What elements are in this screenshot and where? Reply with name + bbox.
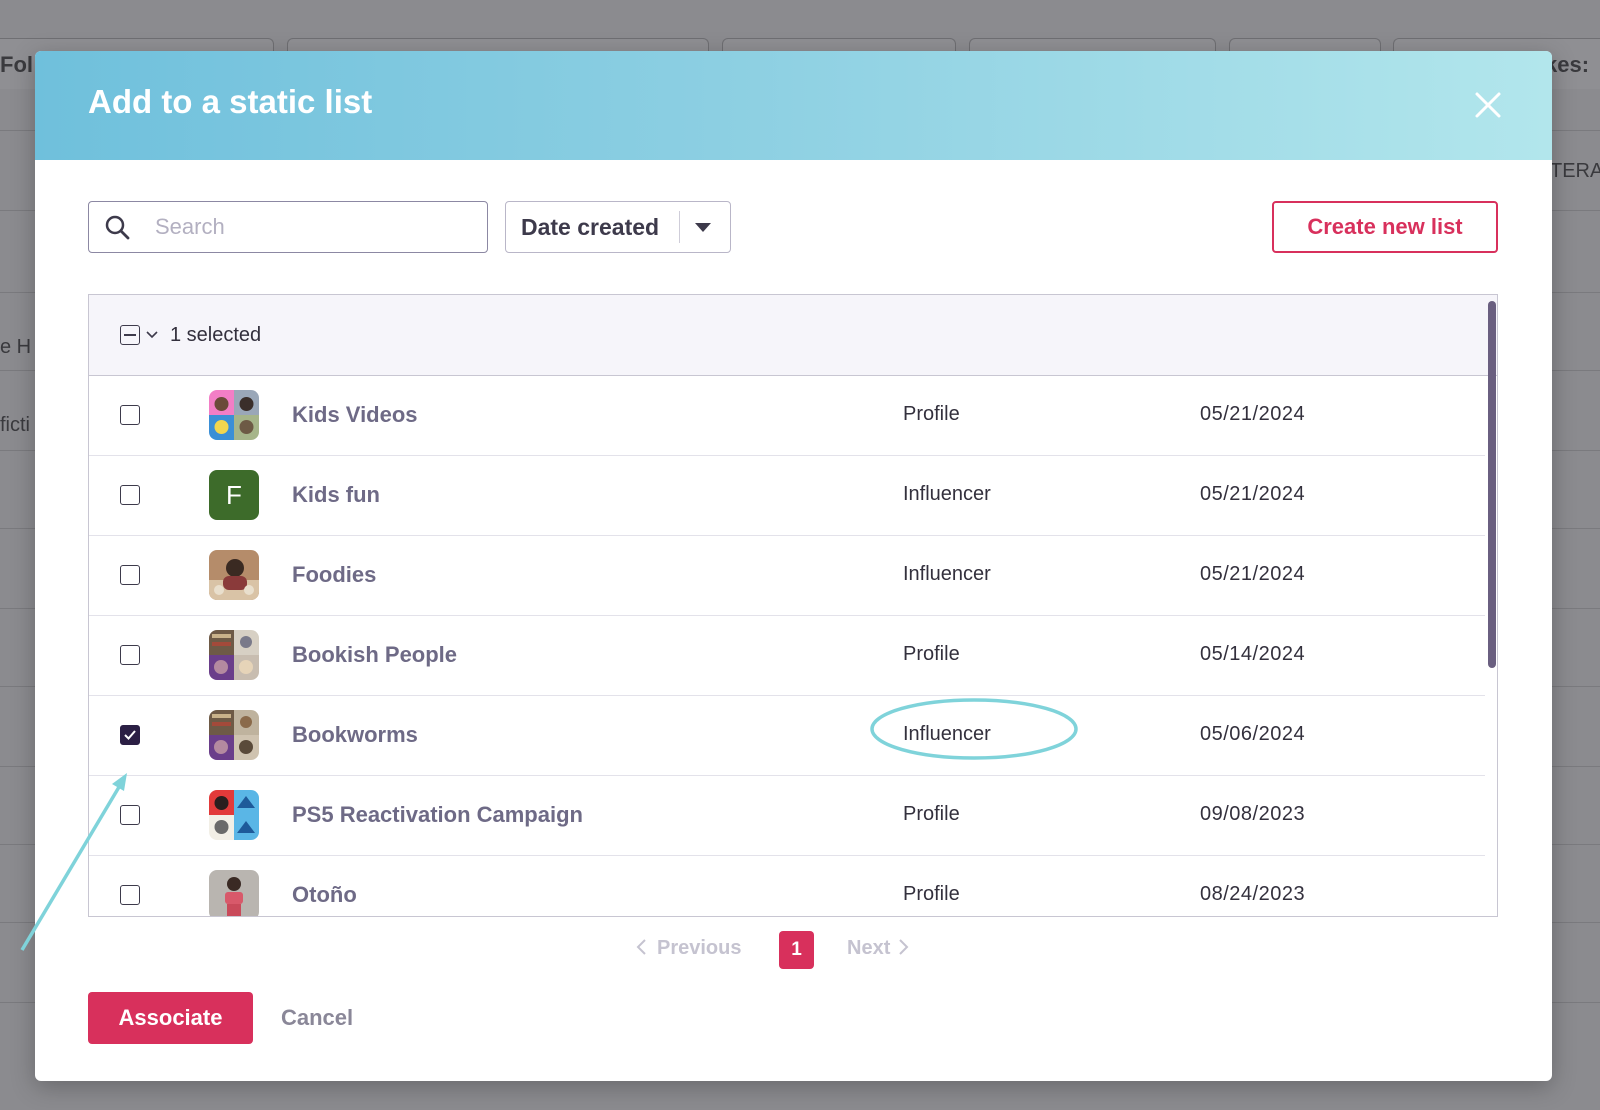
caret-down-icon: [695, 223, 711, 232]
modal-title: Add to a static list: [88, 83, 373, 120]
list-name[interactable]: Foodies: [292, 562, 376, 588]
list-type: Profile: [903, 403, 960, 425]
list-name[interactable]: Otoño: [292, 882, 357, 908]
table-row[interactable]: F Kids fun Influencer 05/21/2024: [89, 456, 1485, 536]
next-label: Next: [847, 937, 891, 959]
close-icon: [1475, 92, 1501, 118]
chevron-down-icon[interactable]: [146, 331, 158, 339]
sort-divider: [679, 211, 680, 243]
list-date: 05/14/2024: [1200, 643, 1306, 665]
lists-table: 1 selected Kids Videos Profile 05/21/202…: [88, 294, 1498, 917]
previous-label: Previous: [657, 937, 742, 959]
row-checkbox[interactable]: [120, 645, 140, 665]
list-avatar: [209, 390, 259, 440]
row-checkbox[interactable]: [120, 565, 140, 585]
list-type: Profile: [903, 883, 960, 905]
list-name[interactable]: Bookish People: [292, 642, 457, 668]
table-row[interactable]: Kids Videos Profile 05/21/2024: [89, 376, 1485, 456]
list-type: Profile: [903, 643, 960, 665]
search-icon: [105, 215, 130, 240]
list-date: 08/24/2023: [1200, 883, 1306, 905]
avatar-letter: F: [226, 480, 242, 510]
list-name[interactable]: Bookworms: [292, 722, 418, 748]
table-row[interactable]: Foodies Influencer 05/21/2024: [89, 536, 1485, 616]
associate-button[interactable]: Associate: [88, 992, 253, 1044]
static-list-modal: Add to a static list Date created Create…: [35, 51, 1552, 1081]
row-checkbox[interactable]: [120, 405, 140, 425]
search-input[interactable]: [153, 213, 457, 241]
previous-page-button[interactable]: Previous: [635, 937, 741, 960]
list-type: Influencer: [903, 483, 991, 505]
row-checkbox[interactable]: [120, 885, 140, 905]
list-name[interactable]: PS5 Reactivation Campaign: [292, 802, 583, 828]
list-type: Profile: [903, 803, 960, 825]
list-avatar: F: [209, 470, 259, 520]
list-type: Influencer: [903, 563, 991, 585]
list-avatar: [209, 870, 259, 916]
row-checkbox[interactable]: [120, 485, 140, 505]
sort-dropdown[interactable]: Date created: [505, 201, 731, 253]
table-row[interactable]: PS5 Reactivation Campaign Profile 09/08/…: [89, 776, 1485, 856]
cancel-button[interactable]: Cancel: [275, 992, 359, 1044]
create-new-list-button[interactable]: Create new list: [1272, 201, 1498, 253]
list-type: Influencer: [903, 723, 991, 745]
list-date: 09/08/2023: [1200, 803, 1306, 825]
next-page-button[interactable]: Next: [847, 937, 910, 960]
close-button[interactable]: [1468, 85, 1508, 125]
sort-selected-label: Date created: [521, 213, 660, 240]
table-row[interactable]: Bookworms Influencer 05/06/2024: [89, 696, 1485, 776]
select-all-checkbox[interactable]: [120, 325, 140, 345]
row-checkbox[interactable]: [120, 725, 140, 745]
table-body: Kids Videos Profile 05/21/2024 F Kids fu…: [89, 376, 1497, 916]
list-date: 05/21/2024: [1200, 563, 1306, 585]
list-date: 05/06/2024: [1200, 723, 1306, 745]
chevron-left-icon: [636, 939, 646, 955]
table-row[interactable]: Bookish People Profile 05/14/2024: [89, 616, 1485, 696]
search-box: [88, 201, 488, 253]
chevron-right-icon: [899, 939, 909, 955]
list-name[interactable]: Kids fun: [292, 482, 380, 508]
bg-column-label: TERA: [1550, 160, 1600, 182]
list-name[interactable]: Kids Videos: [292, 402, 418, 428]
page-number-current[interactable]: 1: [779, 931, 814, 969]
table-row[interactable]: Otoño Profile 08/24/2023: [89, 856, 1485, 916]
pagination: Previous 1 Next: [35, 931, 1552, 971]
list-date: 05/21/2024: [1200, 483, 1306, 505]
bg-tab-label: Fol: [0, 52, 33, 77]
list-avatar: [209, 550, 259, 600]
check-icon: [124, 730, 136, 740]
selection-count: 1 selected: [170, 323, 262, 346]
table-scrollbar[interactable]: [1488, 301, 1496, 668]
list-avatar: [209, 630, 259, 680]
list-avatar: [209, 710, 259, 760]
modal-header: Add to a static list: [35, 51, 1552, 160]
list-avatar: [209, 790, 259, 840]
list-date: 05/21/2024: [1200, 403, 1306, 425]
bg-text: e H: [0, 336, 32, 358]
table-header: 1 selected: [89, 295, 1497, 376]
bg-text: ficti: [0, 414, 30, 436]
row-checkbox[interactable]: [120, 805, 140, 825]
